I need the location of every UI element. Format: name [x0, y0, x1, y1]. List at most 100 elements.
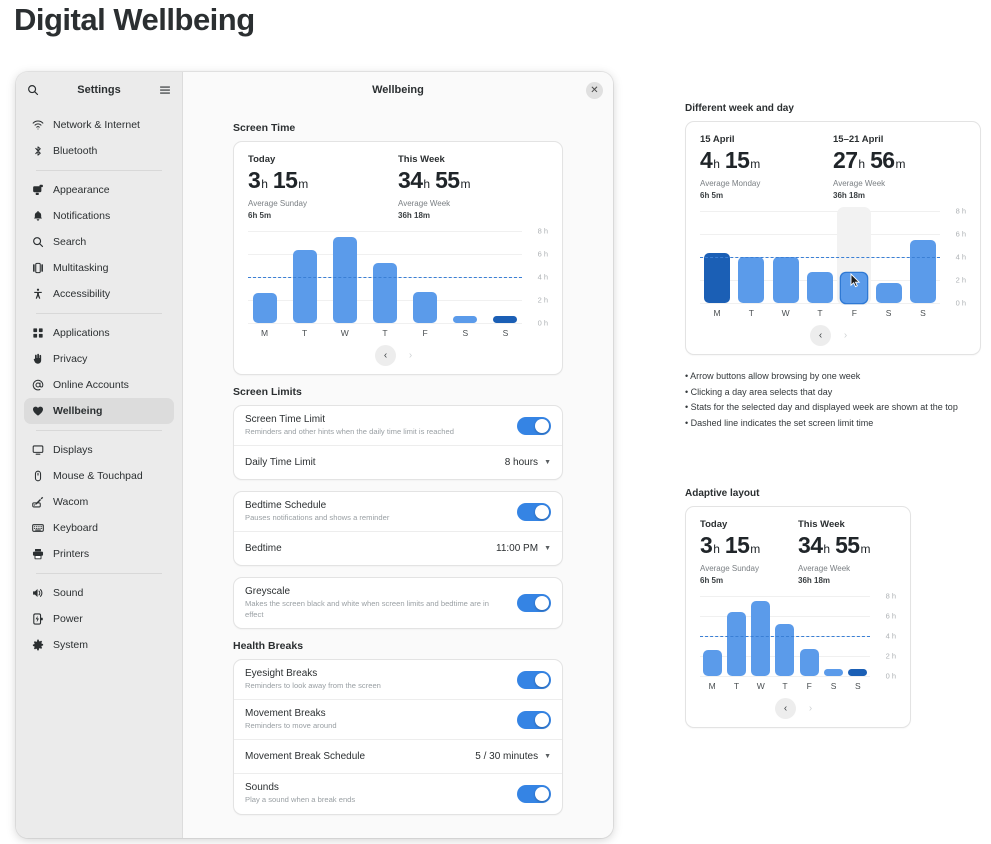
chart-bar[interactable]	[909, 239, 936, 304]
sidebar-item-notifications[interactable]: Notifications	[24, 203, 174, 229]
sidebar-item-appearance[interactable]: Appearance	[24, 177, 174, 203]
sidebar-item-bluetooth[interactable]: Bluetooth	[24, 138, 174, 164]
sidebar-separator	[36, 573, 162, 574]
annotation-bullet: Arrow buttons allow browsing by one week	[685, 369, 981, 384]
sidebar-item-applications[interactable]: Applications	[24, 320, 174, 346]
sidebar-item-keyboard[interactable]: Keyboard	[24, 515, 174, 541]
chart-bar[interactable]	[726, 612, 746, 677]
stat-hours-unit: h	[423, 177, 431, 191]
toggle-switch[interactable]	[517, 670, 551, 689]
chart-bar[interactable]	[372, 263, 397, 324]
chevron-right-icon[interactable]: ›	[835, 325, 856, 346]
dropdown-value: 8 hours	[504, 457, 539, 469]
stat-hours: 3	[248, 167, 261, 193]
screen-time-chart[interactable]: 0 h 2 h 4 h 6 h 8 h M T W T F S S ‹ ›	[248, 227, 548, 367]
window-content: Wellbeing ✕ Screen Time Today 3 h 15 m Averag…	[183, 72, 613, 838]
sidebar-item-multitasking[interactable]: Multitasking	[24, 255, 174, 281]
setting-row-bedtime[interactable]: Bedtime 11:00 PM ▼	[234, 531, 562, 565]
x-tick-label: T	[302, 328, 308, 339]
sidebar-item-mouse-touchpad[interactable]: Mouse & Touchpad	[24, 463, 174, 489]
chart-bar[interactable]	[751, 601, 771, 677]
toggle-switch[interactable]	[517, 416, 551, 435]
y-tick-label: 0 h	[537, 318, 548, 328]
chevron-down-icon: ▼	[544, 545, 551, 553]
sidebar-item-online-accounts[interactable]: Online Accounts	[24, 372, 174, 398]
chart-bar[interactable]	[738, 256, 765, 304]
toggle-switch[interactable]	[517, 710, 551, 729]
sidebar-item-label: Accessibility	[53, 288, 111, 300]
y-tick-label: 0 h	[885, 671, 896, 681]
sidebar-item-sound[interactable]: Sound	[24, 580, 174, 606]
apps-grid-icon	[32, 327, 44, 339]
x-tick-label: M	[708, 681, 716, 692]
setting-title: Eyesight Breaks	[245, 668, 318, 680]
sidebar-item-label: Keyboard	[53, 522, 98, 534]
x-tick-label: T	[382, 328, 388, 339]
setting-row-sounds: Sounds Play a sound when a break ends	[234, 773, 562, 813]
chart-navigation: ‹ ›	[700, 698, 896, 720]
sidebar-item-printers[interactable]: Printers	[24, 541, 174, 567]
setting-row-movement-break-schedule[interactable]: Movement Break Schedule 5 / 30 minutes ▼	[234, 739, 562, 773]
stat-value: 4 h 15 m	[700, 147, 833, 174]
y-tick-label: 6 h	[885, 611, 896, 621]
setting-text: Movement Break Schedule	[245, 751, 365, 762]
chevron-right-icon[interactable]: ›	[400, 345, 421, 366]
week-day-chart[interactable]: 0 h 2 h 4 h 6 h 8 h M T W T F S S ‹ ›	[700, 207, 966, 347]
sidebar-item-wellbeing[interactable]: Wellbeing	[24, 398, 174, 424]
chart-bar[interactable]	[824, 669, 844, 677]
sidebar-item-label: Sound	[53, 587, 84, 599]
sidebar-item-label: Power	[53, 613, 83, 625]
y-tick-label: 4 h	[537, 272, 548, 282]
y-tick-label: 8 h	[955, 206, 966, 216]
chart-bar[interactable]	[413, 292, 438, 324]
chevron-left-icon[interactable]: ‹	[775, 698, 796, 720]
dropdown-control[interactable]: 5 / 30 minutes ▼	[475, 751, 551, 762]
sidebar-item-wacom[interactable]: Wacom	[24, 489, 174, 515]
hamburger-menu-icon[interactable]	[159, 84, 171, 96]
chevron-left-icon[interactable]: ‹	[810, 325, 831, 347]
y-tick-label: 8 h	[885, 591, 896, 601]
sidebar-item-network-internet[interactable]: Network & Internet	[24, 112, 174, 138]
toggle-switch[interactable]	[517, 594, 551, 613]
sidebar-item-search[interactable]: Search	[24, 229, 174, 255]
chevron-left-icon[interactable]: ‹	[375, 345, 396, 367]
dropdown-control[interactable]: 8 hours ▼	[505, 457, 551, 468]
sidebar-item-system[interactable]: System	[24, 632, 174, 658]
sidebar-item-displays[interactable]: Displays	[24, 437, 174, 463]
sidebar-item-power[interactable]: Power	[24, 606, 174, 632]
y-tick-label: 8 h	[537, 226, 548, 236]
adaptive-chart[interactable]: 0 h 2 h 4 h 6 h 8 h M T W T F S S ‹ ›	[700, 592, 896, 720]
chart-bar[interactable]	[841, 273, 868, 304]
sidebar-item-accessibility[interactable]: Accessibility	[24, 281, 174, 307]
toggle-switch[interactable]	[517, 502, 551, 521]
chart-bar[interactable]	[702, 650, 722, 677]
setting-title: Greyscale	[245, 586, 291, 598]
multitasking-icon	[32, 262, 44, 274]
setting-text: Greyscale Makes the screen black and whit…	[245, 586, 509, 620]
chart-bar[interactable]	[848, 669, 868, 677]
chart-bar[interactable]	[332, 236, 357, 324]
chart-bar[interactable]	[772, 256, 799, 304]
setting-row-daily-time-limit[interactable]: Daily Time Limit 8 hours ▼	[234, 445, 562, 479]
chart-bar[interactable]	[806, 271, 833, 304]
setting-title: Bedtime	[245, 543, 282, 555]
chevron-right-icon[interactable]: ›	[800, 698, 821, 719]
sidebar-item-privacy[interactable]: Privacy	[24, 346, 174, 372]
chart-bar[interactable]	[775, 624, 795, 677]
stat-minutes-unit: m	[860, 542, 871, 556]
chart-bar[interactable]	[252, 293, 277, 324]
chart-bar[interactable]	[704, 253, 730, 304]
dropdown-control[interactable]: 11:00 PM ▼	[496, 543, 551, 554]
search-icon[interactable]	[27, 84, 39, 96]
toggle-switch[interactable]	[517, 785, 551, 803]
close-icon[interactable]: ✕	[586, 82, 603, 99]
chart-bar[interactable]	[799, 649, 819, 677]
chart-bar[interactable]	[875, 283, 902, 304]
window-title: Wellbeing	[372, 84, 424, 96]
chart-bar[interactable]	[292, 249, 317, 324]
y-tick-label: 4 h	[885, 631, 896, 641]
chart-bar[interactable]	[493, 316, 518, 324]
chart-bar[interactable]	[453, 316, 478, 324]
stat-subtitle: Average Monday 6h 5m	[700, 178, 833, 201]
screen-time-card: Today 3 h 15 m Average Sunday 6h 5m This Week 34…	[233, 141, 563, 376]
